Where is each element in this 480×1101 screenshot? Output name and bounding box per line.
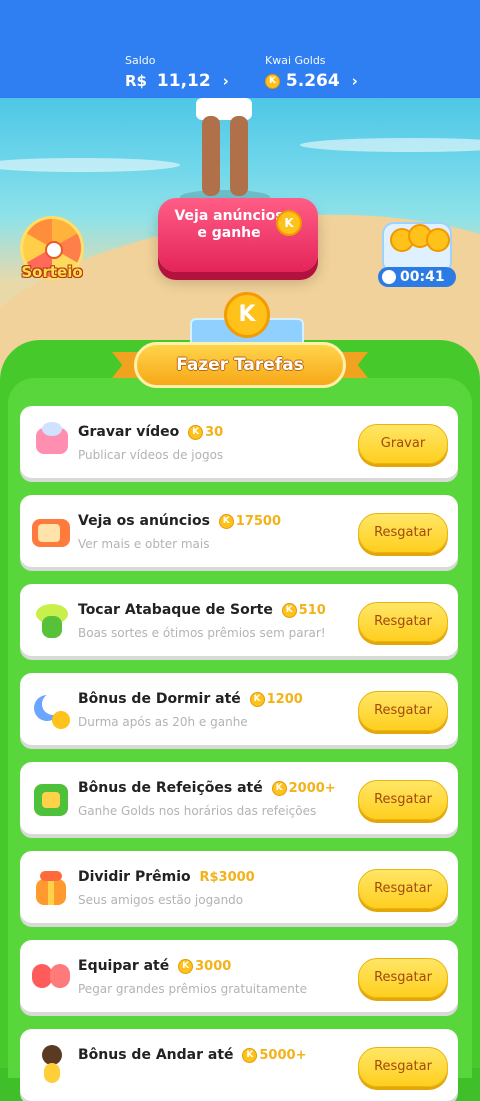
task-reward: K 510 <box>281 603 326 618</box>
task-title: Veja os anúncios K 17500 <box>78 513 282 529</box>
task-reward: K 5000+ <box>242 1048 306 1063</box>
task-title: Bônus de Dormir até K 1200 <box>78 691 303 707</box>
claim-button[interactable]: Resgatar <box>358 602 448 642</box>
gold-coin-icon: K <box>265 73 280 89</box>
walking-person-icon <box>30 1043 74 1087</box>
claim-button[interactable]: Resgatar <box>358 780 448 820</box>
claim-button[interactable]: Resgatar <box>358 691 448 731</box>
claim-button[interactable]: Resgatar <box>358 513 448 553</box>
claim-button[interactable]: Resgatar <box>358 958 448 998</box>
wave-decoration <box>300 138 480 152</box>
task-card: Equipar até K 3000 Pegar grandes prêmios … <box>20 940 458 1012</box>
task-reward: K 1200 <box>249 692 303 707</box>
task-card: Veja os anúncios K 17500 Ver mais e obter… <box>20 495 458 567</box>
currency-symbol: R$ <box>125 72 147 90</box>
task-title: Gravar vídeo K 30 <box>78 424 224 440</box>
saldo-amount: 11,12 <box>156 71 211 91</box>
task-title: Equipar até K 3000 <box>78 958 232 974</box>
task-reward: K 2000+ <box>271 781 336 796</box>
task-card: Dividir Prêmio R$3000 Seus amigos estão … <box>20 851 458 923</box>
gold-coin-icon: K <box>178 959 194 974</box>
chevron-right-icon: › <box>222 72 229 90</box>
task-subtitle: Ver mais e obter mais <box>78 537 210 551</box>
record-button[interactable]: Gravar <box>358 424 448 464</box>
task-title: Dividir Prêmio R$3000 <box>78 869 255 885</box>
task-card: Gravar vídeo K 30 Publicar vídeos de jogo… <box>20 406 458 478</box>
gold-coin-icon: K <box>188 425 204 440</box>
gold-coin-icon: K <box>218 514 234 529</box>
gold-coin-icon: K <box>242 1048 258 1063</box>
gift-icon <box>30 865 74 909</box>
claim-button[interactable]: Resgatar <box>358 1047 448 1087</box>
saldo-stat[interactable]: Saldo R$ 11,12 › <box>125 54 229 91</box>
task-title: Tocar Atabaque de Sorte K 510 <box>78 602 326 618</box>
watch-ads-label: Veja anúncios e ganhe <box>174 208 284 241</box>
gold-coin-icon: K <box>249 692 265 707</box>
clock-icon <box>381 269 397 285</box>
wave-decoration <box>0 158 180 172</box>
countdown-timer: 00:41 <box>378 267 456 287</box>
moon-icon <box>30 687 74 731</box>
task-reward: R$3000 <box>199 870 255 885</box>
golds-amount: 5.264 <box>285 71 340 91</box>
saldo-value: R$ 11,12 › <box>125 71 229 91</box>
claim-button[interactable]: Resgatar <box>358 869 448 909</box>
task-title: Bônus de Andar até K 5000+ <box>78 1047 307 1063</box>
top-header: Saldo R$ 11,12 › Kwai Golds K 5.264 › <box>0 0 480 98</box>
golds-stat[interactable]: Kwai Golds K 5.264 › <box>265 54 358 91</box>
task-reward: K 30 <box>188 425 223 440</box>
gold-coin-icon: K <box>271 781 287 796</box>
timer-value: 00:41 <box>400 269 445 285</box>
saldo-label: Saldo <box>125 54 156 67</box>
task-card: Bônus de Refeições até K 2000+ Ganhe Gold… <box>20 762 458 834</box>
task-card: Tocar Atabaque de Sorte K 510 Boas sortes… <box>20 584 458 656</box>
task-subtitle: Boas sortes e ótimos prêmios sem parar! <box>78 626 326 640</box>
section-title: Fazer Tarefas <box>134 342 346 388</box>
character-legs-image <box>190 98 260 198</box>
task-subtitle: Ganhe Golds nos horários das refeições <box>78 804 317 818</box>
task-title: Bônus de Refeições até K 2000+ <box>78 780 336 796</box>
task-card: Bônus de Andar até K 5000+ Resgatar <box>20 1029 458 1101</box>
calendar-icon <box>30 776 74 820</box>
boxing-gloves-icon <box>30 954 74 998</box>
lottery-label[interactable]: Sorteio <box>12 263 92 281</box>
golds-value: K 5.264 › <box>265 71 358 91</box>
gold-coin-icon: K <box>276 210 302 236</box>
chevron-right-icon: › <box>351 72 358 90</box>
task-card: Bônus de Dormir até K 1200 Durma após as … <box>20 673 458 745</box>
gold-coin-icon: K <box>224 292 270 338</box>
task-subtitle: Seus amigos estão jogando <box>78 893 244 907</box>
gold-coin-icon: K <box>281 603 297 618</box>
golds-label: Kwai Golds <box>265 54 326 67</box>
task-reward: K 3000 <box>178 959 231 974</box>
tv-icon <box>30 509 74 553</box>
drum-icon <box>30 598 74 642</box>
task-subtitle: Durma após as 20h e ganhe <box>78 715 248 729</box>
task-subtitle: Pegar grandes prêmios gratuitamente <box>78 982 307 996</box>
task-subtitle: Publicar vídeos de jogos <box>78 448 224 462</box>
watch-ads-button[interactable]: Veja anúncios e ganhe K <box>158 198 318 272</box>
camera-icon <box>30 420 74 464</box>
task-reward: K 17500 <box>218 514 281 529</box>
